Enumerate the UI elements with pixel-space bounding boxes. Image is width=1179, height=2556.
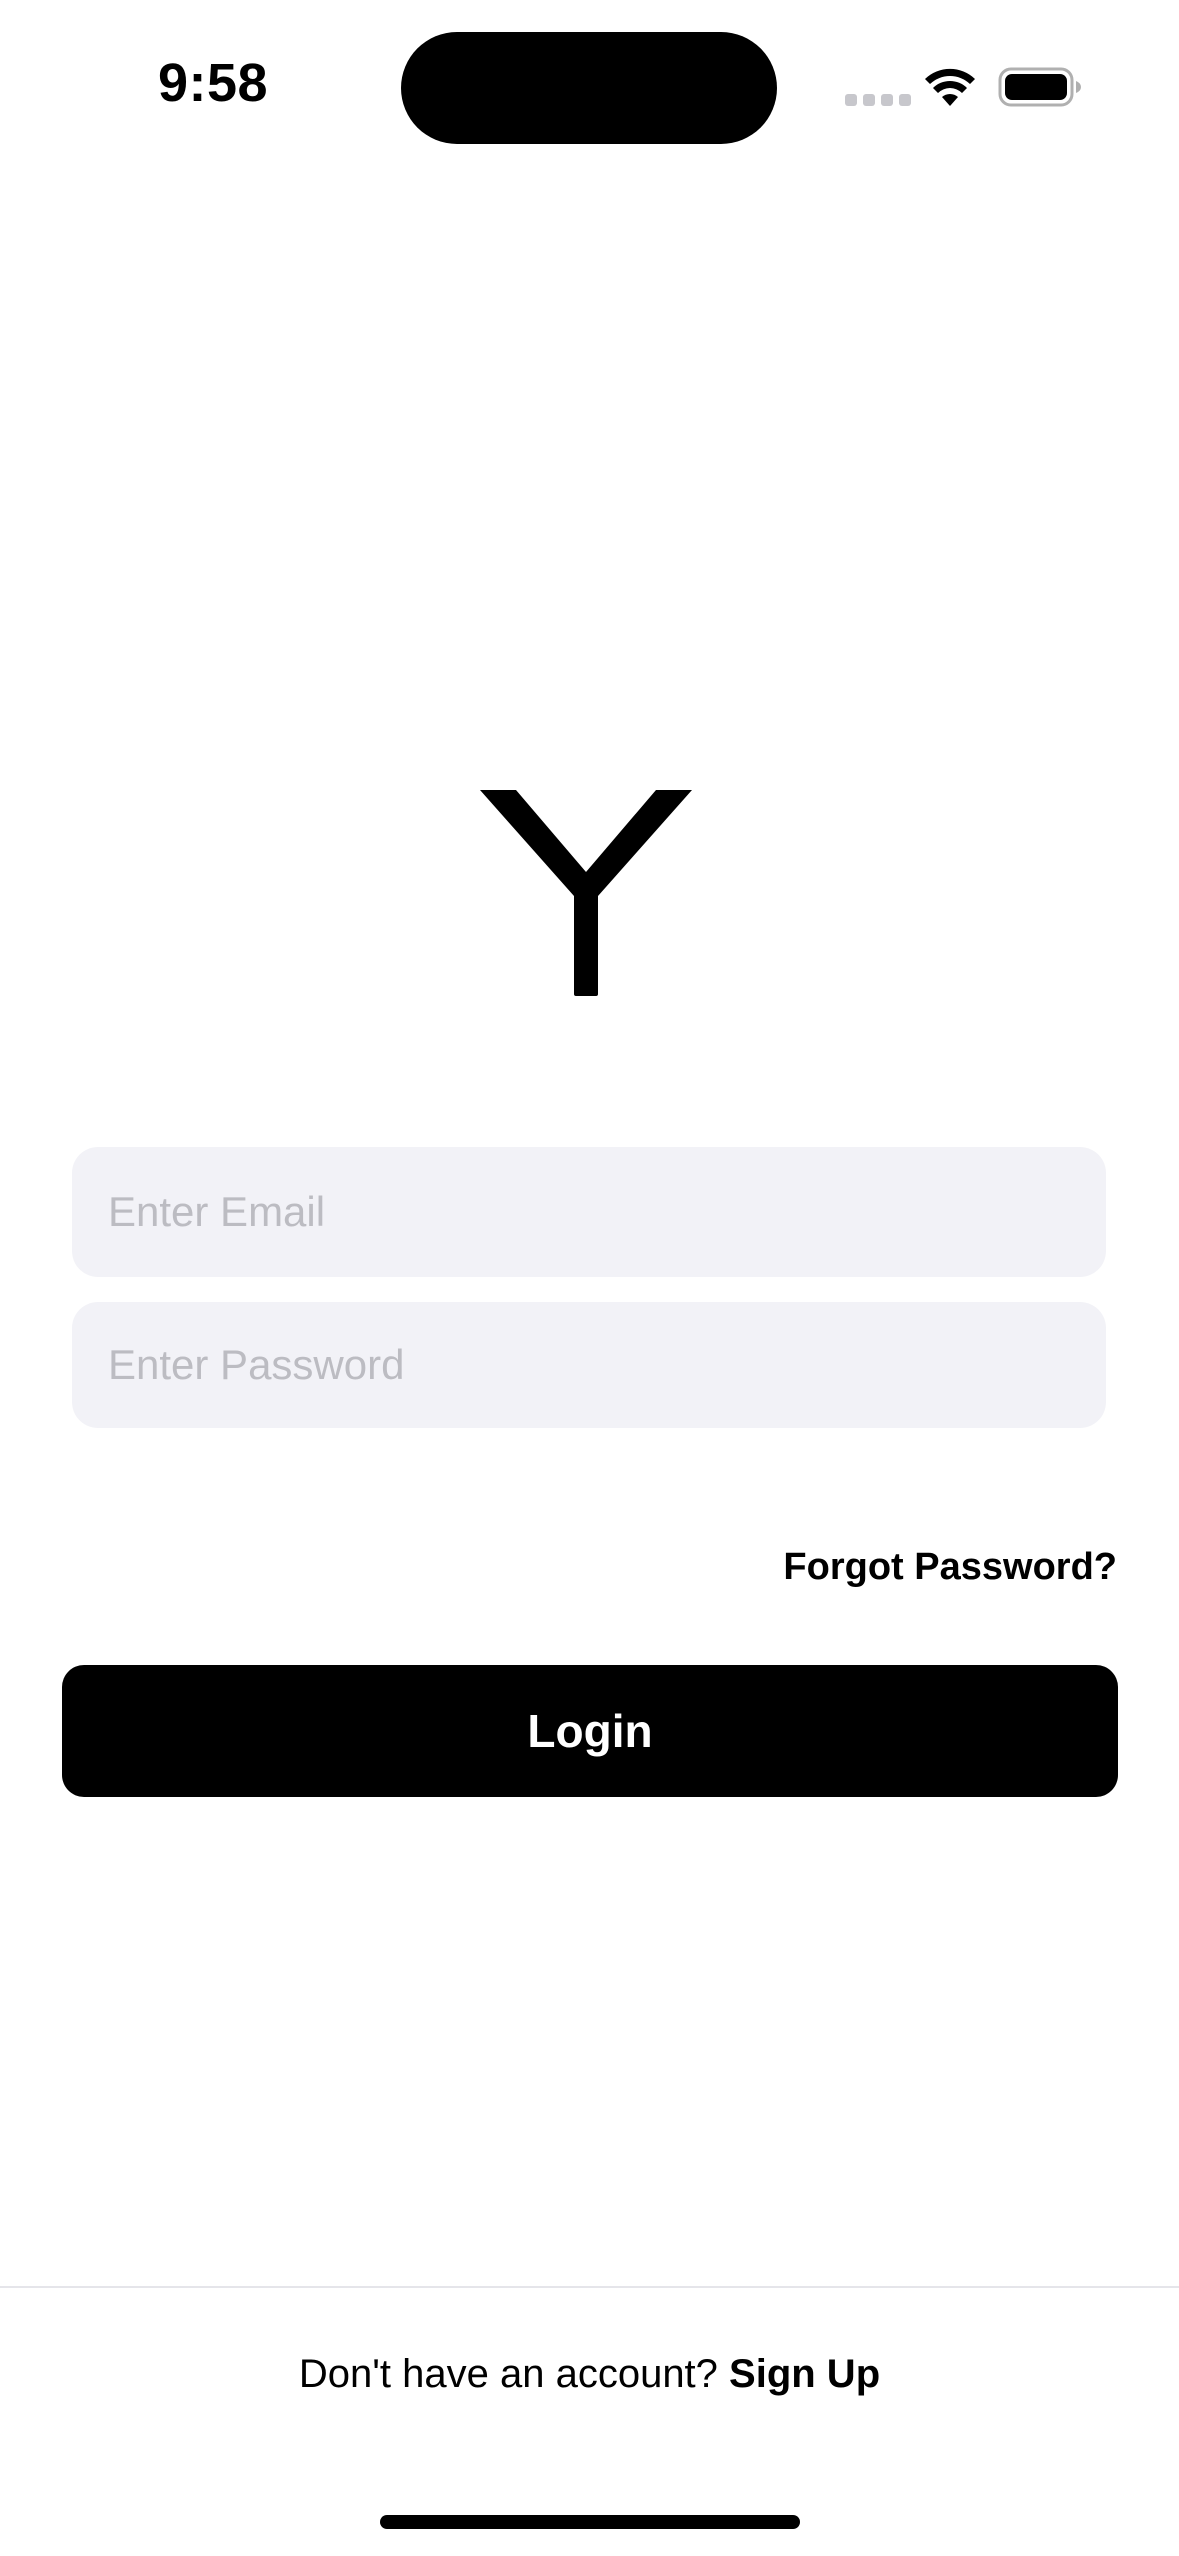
signup-link[interactable]: Sign Up xyxy=(729,2352,880,2396)
y-logo-icon xyxy=(480,790,692,996)
forgot-password-link[interactable]: Forgot Password? xyxy=(783,1546,1117,1589)
battery-icon xyxy=(998,67,1081,107)
home-indicator[interactable] xyxy=(380,2515,800,2529)
email-field[interactable] xyxy=(72,1147,1106,1277)
signup-prompt: Don't have an account? Sign Up xyxy=(0,2352,1179,2397)
signup-prompt-text: Don't have an account? xyxy=(298,2352,730,2396)
wifi-icon xyxy=(925,68,975,106)
dynamic-island xyxy=(401,32,777,144)
password-field[interactable] xyxy=(72,1302,1106,1428)
cellular-signal-icon xyxy=(845,94,911,106)
status-time: 9:58 xyxy=(158,53,269,113)
login-button[interactable]: Login xyxy=(62,1665,1118,1797)
footer-divider xyxy=(0,2286,1179,2288)
